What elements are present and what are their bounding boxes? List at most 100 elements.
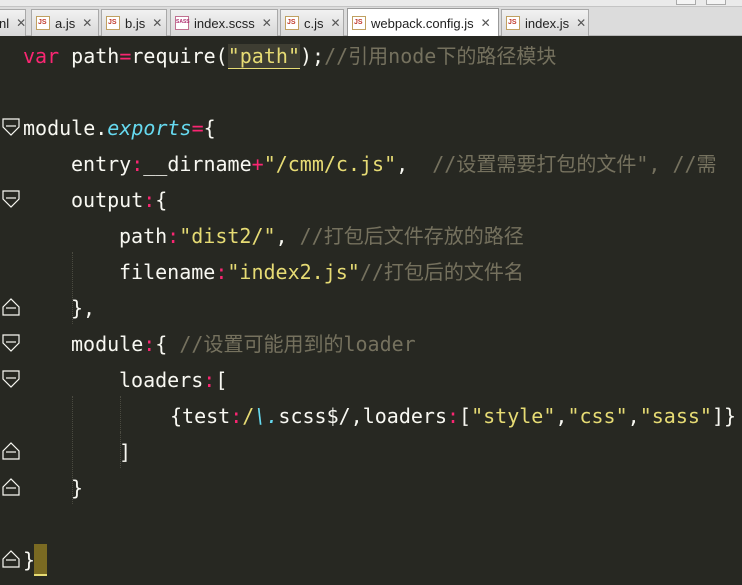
punctuation-token: ,	[275, 224, 300, 248]
close-icon[interactable]: ✕	[82, 16, 92, 30]
text-cursor	[34, 544, 47, 576]
code-line: },	[71, 290, 95, 326]
code-line: var path=require("path");//引用node下的路径模块	[23, 38, 556, 74]
code-line: entry:__dirname+"/cmm/c.js", //设置需要打包的文件…	[71, 146, 717, 182]
tab-label: nl	[0, 15, 10, 31]
comment-token: //引用node下的路径模块	[324, 44, 557, 68]
window-restore-button[interactable]	[676, 0, 696, 5]
brace-token: {	[203, 116, 216, 140]
tab-c-js[interactable]: c.js ✕	[280, 9, 344, 36]
function-call-token: require(	[131, 44, 228, 68]
operator-token: :	[230, 404, 243, 428]
comment-token: //打包后的文件名	[359, 260, 524, 284]
operator-token: :	[203, 368, 216, 392]
close-icon[interactable]: ✕	[16, 16, 26, 30]
code-line: output:{	[71, 182, 167, 218]
fold-close-icon[interactable]	[2, 442, 20, 460]
key-token: module	[71, 332, 144, 356]
regex-token: scss$/	[278, 404, 351, 428]
close-icon[interactable]: ✕	[331, 16, 341, 30]
tab-index-js[interactable]: index.js ✕	[501, 9, 589, 36]
tab-index-scss[interactable]: index.scss ✕	[170, 9, 278, 36]
js-file-icon	[506, 16, 520, 30]
window-maximize-button[interactable]	[706, 0, 726, 5]
operator-token: :	[143, 332, 156, 356]
js-file-icon	[106, 16, 120, 30]
tab-label: index.scss	[194, 15, 255, 31]
string-token: "css"	[567, 404, 628, 428]
punctuation-token: },	[71, 296, 96, 320]
fold-close-icon[interactable]	[2, 550, 20, 568]
operator-token: =	[119, 44, 132, 68]
close-icon[interactable]: ✕	[481, 16, 491, 30]
tab-label: webpack.config.js	[371, 15, 474, 31]
js-file-icon	[285, 16, 299, 30]
tab-webpack-config-js[interactable]: webpack.config.js ✕	[347, 8, 499, 37]
code-line: path:"dist2/", //打包后文件存放的路径	[119, 218, 524, 254]
operator-token: :	[131, 152, 144, 176]
identifier-token: module.	[23, 116, 108, 140]
operator-token: :	[447, 404, 460, 428]
code-line: {test:/\.scss$/,loaders:["style","css","…	[170, 398, 736, 434]
string-quote-token: "	[227, 44, 240, 69]
fold-open-icon[interactable]	[2, 370, 20, 388]
tab-label: a.js	[55, 15, 76, 31]
key-token: output	[71, 188, 144, 212]
key-token: filename	[119, 260, 216, 284]
selected-word-token: path	[239, 44, 288, 69]
tab-b-js[interactable]: b.js ✕	[101, 9, 167, 36]
tab-html-file[interactable]: nl ✕	[0, 9, 26, 36]
property-token: exports	[107, 116, 192, 140]
tab-label: index.js	[525, 15, 570, 31]
comment-token: //打包后文件存放的路径	[299, 224, 524, 248]
bracket-token: ]}	[711, 404, 737, 428]
string-token: "index2.js"	[227, 260, 360, 284]
code-line: loaders:[	[119, 362, 227, 398]
brace-token: {	[155, 332, 180, 356]
tab-label: c.js	[304, 15, 324, 31]
fold-close-icon[interactable]	[2, 478, 20, 496]
code-line: module.exports={	[23, 110, 216, 146]
js-file-icon	[352, 16, 366, 30]
key-token: path	[119, 224, 168, 248]
regex-token: /	[242, 404, 255, 428]
punctuation-token: ,	[627, 404, 640, 428]
string-quote-token: "	[287, 44, 300, 69]
string-token: "style"	[471, 404, 556, 428]
identifier-token: __dirname	[143, 152, 252, 176]
tab-label: b.js	[125, 15, 146, 31]
string-token: "dist2/"	[179, 224, 276, 248]
operator-token: +	[251, 152, 264, 176]
fold-open-icon[interactable]	[2, 334, 20, 352]
close-icon[interactable]: ✕	[576, 16, 586, 30]
operator-token: :	[215, 260, 228, 284]
code-editor[interactable]: var path=require("path");//引用node下的路径模块 …	[0, 36, 742, 585]
fold-open-icon[interactable]	[2, 118, 20, 136]
fold-open-icon[interactable]	[2, 190, 20, 208]
js-file-icon	[36, 16, 50, 30]
tab-a-js[interactable]: a.js ✕	[31, 9, 99, 36]
code-line: }	[71, 470, 83, 506]
key-token: entry	[71, 152, 132, 176]
string-token: "sass"	[639, 404, 712, 428]
bracket-token: [	[459, 404, 472, 428]
comment-token: //设置可能用到的loader	[179, 332, 416, 356]
editor-tab-bar: nl ✕ a.js ✕ b.js ✕ index.scss ✕ c.js ✕ w…	[0, 0, 742, 37]
code-line: module:{ //设置可能用到的loader	[71, 326, 416, 362]
operator-token: :	[143, 188, 156, 212]
operator-token: =	[191, 116, 204, 140]
brace-token: }	[71, 476, 84, 500]
fold-close-icon[interactable]	[2, 298, 20, 316]
identifier-token: path	[59, 44, 120, 68]
close-icon[interactable]: ✕	[152, 16, 162, 30]
indent-guide	[120, 396, 122, 432]
operator-token: :	[167, 224, 180, 248]
close-icon[interactable]: ✕	[262, 16, 272, 30]
punctuation-token: ,	[350, 404, 363, 428]
key-token: {test	[170, 404, 231, 428]
code-line: ]	[119, 434, 131, 470]
sass-file-icon	[175, 16, 190, 30]
tab-bar-top-strip	[0, 0, 742, 7]
punctuation-token: );	[299, 44, 325, 68]
keyword-token: var	[23, 44, 60, 68]
